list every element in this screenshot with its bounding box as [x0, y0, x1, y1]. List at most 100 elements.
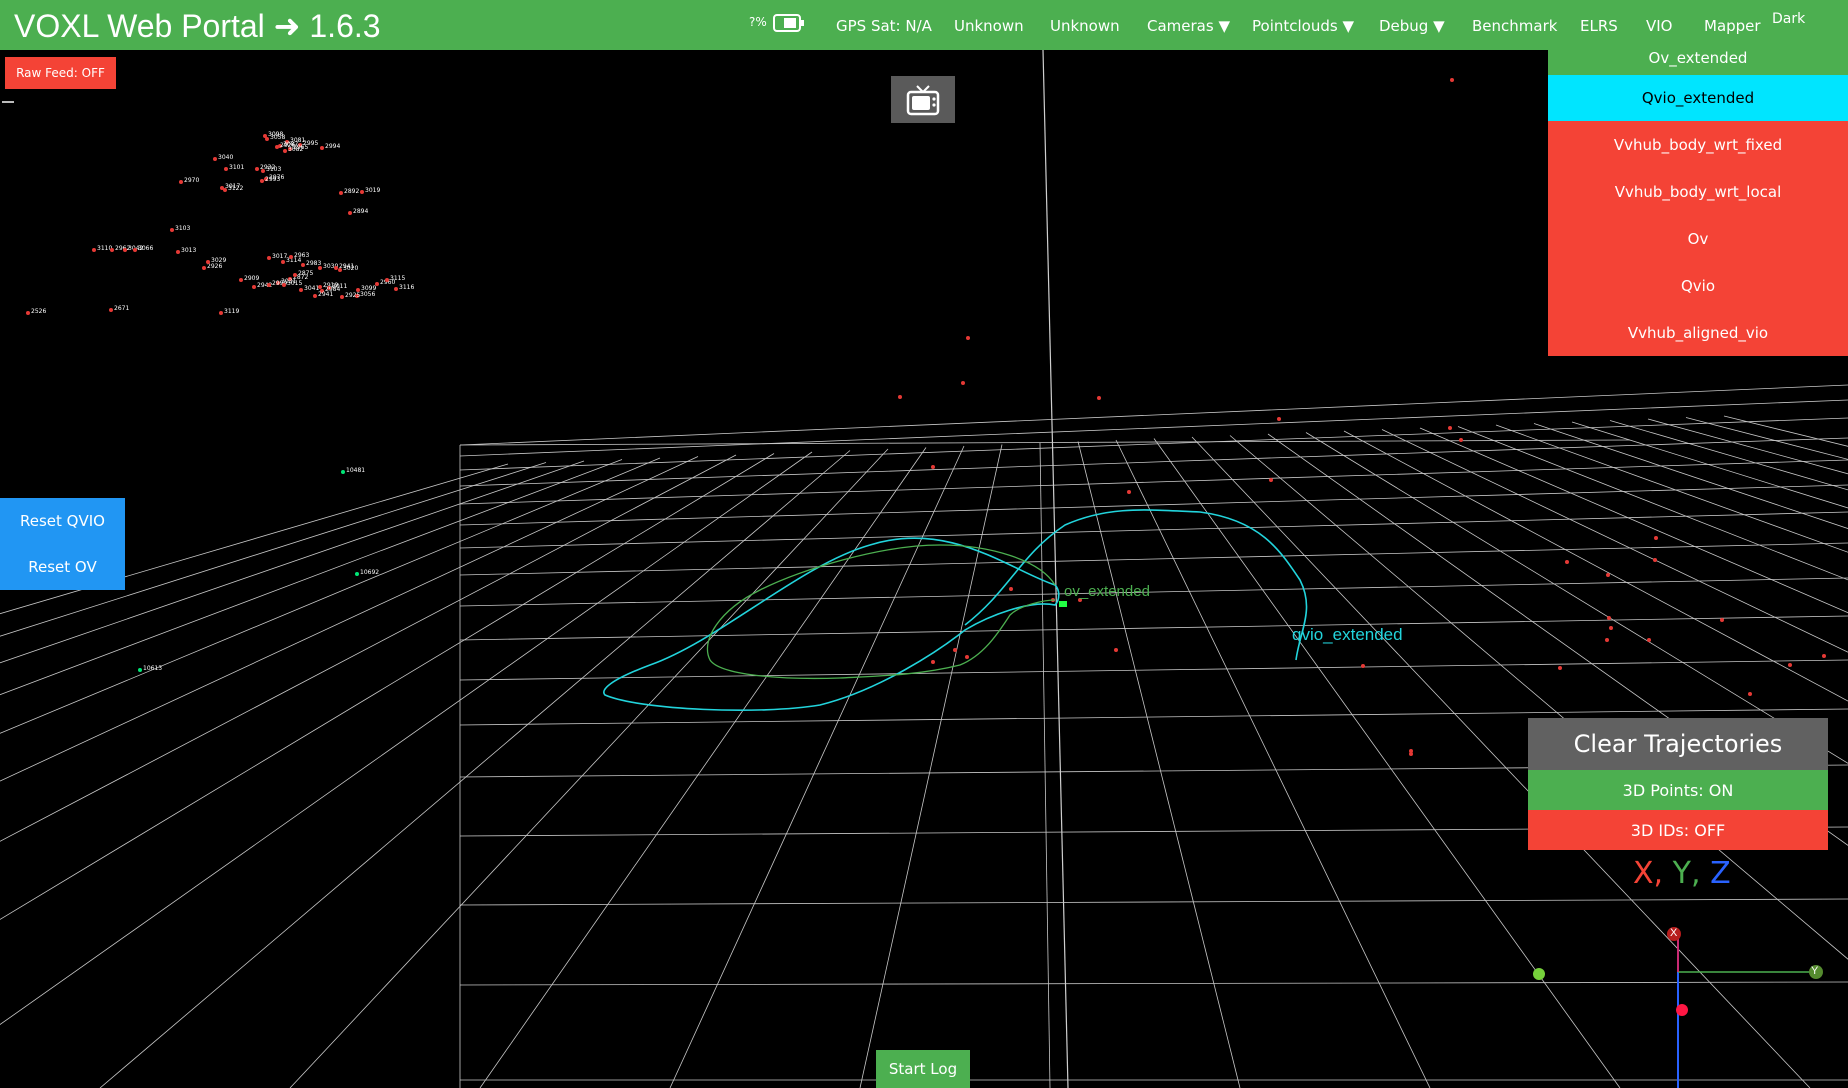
- feature-id-label: 3115: [390, 275, 406, 282]
- feature-id-label: 3058: [270, 134, 286, 141]
- feature-id-label: 10692: [360, 569, 380, 576]
- feature-id-label: 3020: [343, 265, 359, 272]
- map-point: [1822, 654, 1826, 658]
- feature-id-label: 2925: [345, 292, 361, 299]
- feature-point-red: [348, 211, 352, 215]
- trajectory-option-qvio[interactable]: Qvio: [1548, 262, 1848, 309]
- trajectory-option-vvhub_body_wrt_local[interactable]: Vvhub_body_wrt_local: [1548, 168, 1848, 215]
- nav-mapper[interactable]: Mapper: [1704, 17, 1761, 35]
- feature-id-label: 3082: [288, 146, 304, 153]
- feature-id-label: 3019: [365, 187, 381, 194]
- tv-view-button[interactable]: [891, 76, 955, 123]
- map-point: [1277, 417, 1281, 421]
- feature-id-label: 3119: [224, 308, 240, 315]
- map-point: [931, 465, 935, 469]
- ov-extended-label: ov_extended: [1064, 583, 1150, 600]
- feature-point-red: [385, 278, 389, 282]
- feature-point-red: [339, 191, 343, 195]
- map-point: [1097, 396, 1101, 400]
- axis-color-legend: X, Y, Z: [1633, 856, 1731, 891]
- axis-y-letter: Y: [1811, 965, 1819, 977]
- feature-id-label: 3122: [228, 185, 244, 192]
- feature-point-red: [252, 285, 256, 289]
- feature-id-label: 2526: [31, 308, 47, 315]
- feature-point-red: [109, 308, 113, 312]
- map-point: [1269, 478, 1273, 482]
- feature-id-label: 2970: [184, 177, 200, 184]
- feature-point-red: [299, 288, 303, 292]
- trajectory-option-qvio_extended[interactable]: Qvio_extended: [1548, 75, 1848, 121]
- feature-id-label: 2894: [353, 208, 369, 215]
- clear-trajectories-button[interactable]: Clear Trajectories: [1528, 718, 1828, 770]
- feature-id-label: 2671: [114, 305, 130, 312]
- feature-id-label: 2963: [294, 252, 310, 259]
- map-point: [1459, 438, 1463, 442]
- map-point: [953, 648, 957, 652]
- qvio-extended-label: qvio_extended: [1292, 625, 1403, 644]
- map-point: [931, 660, 935, 664]
- grid-line: [1115, 439, 1431, 1088]
- grid-line: [459, 981, 1848, 986]
- feature-id-label: 2926: [207, 263, 223, 270]
- map-point: [1647, 638, 1651, 642]
- status-unknown-2: Unknown: [1050, 17, 1120, 35]
- feature-id-label: 10613: [143, 665, 163, 672]
- feature-point-red: [289, 255, 293, 259]
- feature-id-label: 3116: [399, 284, 415, 291]
- map-point: [965, 655, 969, 659]
- trajectory-option-ov_extended[interactable]: Ov_extended: [1548, 41, 1848, 75]
- nav-cameras-menu[interactable]: Cameras ▼: [1147, 17, 1230, 35]
- raw-feed-toggle-button[interactable]: Raw Feed: OFF: [5, 57, 116, 89]
- nav-elrs[interactable]: ELRS: [1580, 17, 1618, 35]
- map-point: [1609, 626, 1613, 630]
- feature-point-red: [282, 283, 286, 287]
- nav-vio[interactable]: VIO: [1646, 17, 1673, 35]
- feature-id-label: 3040: [218, 154, 234, 161]
- feature-point-red: [360, 190, 364, 194]
- map-point: [1114, 648, 1118, 652]
- feature-point-red: [213, 157, 217, 161]
- feature-point-green: [341, 470, 345, 474]
- feature-id-label: 2993: [265, 176, 281, 183]
- nav-debug-menu[interactable]: Debug ▼: [1379, 17, 1445, 35]
- map-point: [1565, 560, 1569, 564]
- trajectory-option-vvhub_aligned_vio[interactable]: Vvhub_aligned_vio: [1548, 309, 1848, 356]
- feature-point-red: [255, 167, 259, 171]
- dark-mode-toggle[interactable]: Dark: [1772, 11, 1805, 27]
- nav-pointclouds-menu[interactable]: Pointclouds ▼: [1252, 17, 1354, 35]
- reset-qvio-button[interactable]: Reset QVIO: [0, 498, 125, 544]
- qvio-trajectory-path: [603, 509, 1308, 711]
- feature-point-red: [283, 149, 287, 153]
- trajectory-option-vvhub_body_wrt_fixed[interactable]: Vvhub_body_wrt_fixed: [1548, 121, 1848, 168]
- grid-line: [859, 444, 1003, 1088]
- feature-id-label: 3017: [272, 253, 288, 260]
- 3d-points-toggle-button[interactable]: 3D Points: ON: [1528, 770, 1828, 810]
- grid-line: [459, 384, 1848, 446]
- feature-point-red: [265, 137, 269, 141]
- feature-point-red: [318, 266, 322, 270]
- feature-point-red: [223, 188, 227, 192]
- feature-point-red: [394, 287, 398, 291]
- feature-id-label: 3041: [304, 285, 320, 292]
- trajectory-option-ov[interactable]: Ov: [1548, 215, 1848, 262]
- feature-point-red: [176, 250, 180, 254]
- start-log-button[interactable]: Start Log: [876, 1050, 970, 1088]
- map-point: [1009, 587, 1013, 591]
- reset-ov-button[interactable]: Reset OV: [0, 544, 125, 590]
- map-point: [1409, 752, 1413, 756]
- status-unknown-1: Unknown: [954, 17, 1024, 35]
- nav-benchmark[interactable]: Benchmark: [1472, 17, 1557, 35]
- feed-indicator-mark: [2, 101, 14, 103]
- feature-point-red: [224, 167, 228, 171]
- feature-point-red: [340, 295, 344, 299]
- drone-marker: [1059, 601, 1067, 607]
- feature-point-red: [123, 248, 127, 252]
- feature-point-red: [110, 248, 114, 252]
- feature-point-red: [338, 268, 342, 272]
- feature-point-green: [138, 668, 142, 672]
- battery-icon: [773, 14, 804, 32]
- feature-point-red: [170, 228, 174, 232]
- vertical-axis-line: [1042, 49, 1069, 1088]
- feature-id-label: 3056: [360, 291, 376, 298]
- 3d-ids-toggle-button[interactable]: 3D IDs: OFF: [1528, 810, 1828, 850]
